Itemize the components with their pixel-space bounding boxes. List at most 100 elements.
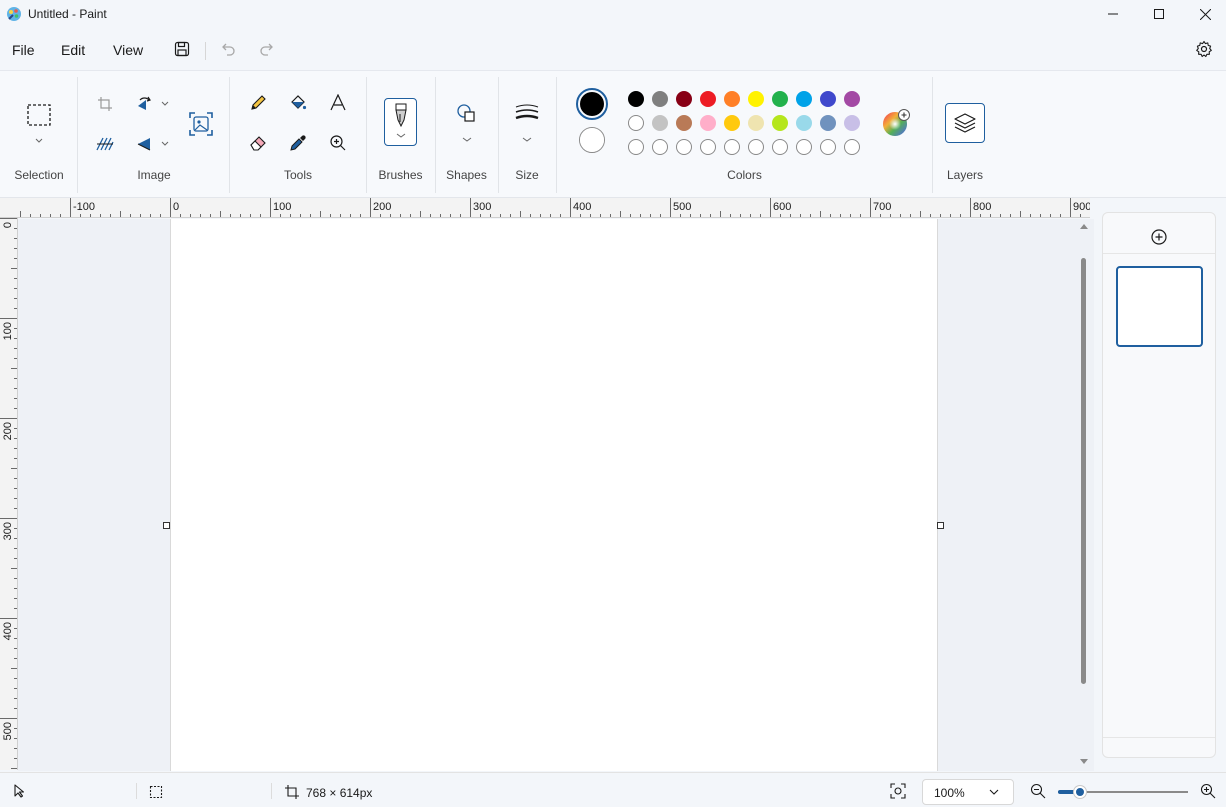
color-picker-button[interactable] — [287, 132, 309, 154]
custom-color-slot[interactable] — [844, 139, 860, 155]
selection-tool-button[interactable] — [20, 95, 58, 145]
color-swatch[interactable] — [676, 91, 692, 107]
color-swatch[interactable] — [748, 115, 764, 131]
text-icon — [330, 94, 346, 111]
shapes-icon — [457, 104, 475, 142]
redo-button[interactable] — [256, 38, 278, 60]
scroll-up-arrow-icon[interactable] — [1079, 222, 1089, 230]
color-swatch[interactable] — [796, 91, 812, 107]
color-swatch[interactable] — [700, 91, 716, 107]
vertical-scrollbar[interactable] — [1079, 220, 1089, 770]
crop-icon — [98, 97, 112, 111]
color-swatch[interactable] — [748, 91, 764, 107]
status-separator — [271, 783, 272, 799]
rotate-button[interactable] — [134, 93, 170, 115]
size-button[interactable] — [512, 101, 542, 145]
canvas-size-icon — [285, 785, 299, 799]
zoom-in-button[interactable] — [1198, 781, 1218, 801]
pencil-tool-button[interactable] — [247, 92, 269, 114]
canvas-resize-handle-left[interactable] — [163, 522, 170, 529]
group-label-tools: Tools — [283, 168, 312, 182]
menu-edit[interactable]: Edit — [61, 42, 85, 58]
add-circle-icon — [1151, 229, 1167, 245]
secondary-color-button[interactable] — [579, 127, 605, 153]
custom-color-slot[interactable] — [676, 139, 692, 155]
selection-size-icon — [149, 785, 163, 799]
menu-bar: File Edit View — [0, 30, 1226, 68]
group-label-size: Size — [515, 168, 539, 182]
color-swatch[interactable] — [652, 115, 668, 131]
crop-button[interactable] — [94, 93, 116, 115]
group-label-colors: Colors — [727, 168, 762, 182]
menu-file[interactable]: File — [12, 42, 35, 58]
save-icon — [174, 41, 190, 57]
ruler-label: 400 — [573, 201, 591, 213]
scroll-down-arrow-icon[interactable] — [1079, 758, 1089, 766]
undo-button[interactable] — [217, 38, 239, 60]
layers-button[interactable] — [945, 103, 985, 143]
close-button[interactable] — [1182, 0, 1226, 28]
custom-color-slot[interactable] — [724, 139, 740, 155]
custom-color-slot[interactable] — [748, 139, 764, 155]
eraser-tool-button[interactable] — [247, 132, 269, 154]
custom-color-slot[interactable] — [772, 139, 788, 155]
resize-icon — [96, 137, 114, 151]
group-label-selection: Selection — [14, 168, 64, 182]
color-swatch[interactable] — [772, 115, 788, 131]
color-swatch[interactable] — [820, 115, 836, 131]
undo-icon — [222, 43, 235, 56]
color-swatch[interactable] — [772, 91, 788, 107]
ruler-label: 600 — [773, 201, 791, 213]
settings-button[interactable] — [1193, 38, 1215, 60]
flip-button[interactable] — [134, 133, 170, 155]
flip-icon — [137, 138, 169, 151]
vertical-scroll-thumb[interactable] — [1081, 258, 1086, 684]
ruler-label: 0 — [173, 201, 179, 213]
color-swatch[interactable] — [820, 91, 836, 107]
primary-color-button[interactable] — [576, 88, 608, 120]
ruler-label: 700 — [873, 201, 891, 213]
canvas-workspace — [18, 219, 1094, 771]
image-generator-button[interactable] — [186, 109, 216, 139]
layers-panel — [1102, 212, 1216, 758]
text-tool-button[interactable] — [327, 92, 349, 114]
minimize-button[interactable] — [1090, 0, 1136, 28]
magnifier-tool-button[interactable] — [327, 132, 349, 154]
add-layer-button[interactable] — [1147, 225, 1171, 249]
color-swatch[interactable] — [676, 115, 692, 131]
resize-button[interactable] — [94, 133, 116, 155]
zoom-level-value: 100% — [934, 786, 965, 800]
close-icon — [1199, 8, 1211, 20]
color-swatch[interactable] — [652, 91, 668, 107]
fill-tool-button[interactable] — [287, 92, 309, 114]
custom-color-slot[interactable] — [628, 139, 644, 155]
pencil-icon — [251, 95, 266, 110]
custom-color-slot[interactable] — [700, 139, 716, 155]
color-swatch[interactable] — [796, 115, 812, 131]
color-swatch[interactable] — [844, 115, 860, 131]
color-swatch[interactable] — [628, 91, 644, 107]
canvas-resize-handle-right[interactable] — [937, 522, 944, 529]
menu-separator — [205, 42, 206, 60]
drawing-canvas[interactable] — [170, 219, 938, 771]
custom-color-slot[interactable] — [796, 139, 812, 155]
fit-to-window-button[interactable] — [888, 781, 908, 801]
zoom-slider-thumb[interactable] — [1074, 786, 1086, 798]
brushes-button[interactable] — [384, 98, 417, 146]
color-swatch[interactable] — [724, 115, 740, 131]
save-button[interactable] — [171, 38, 193, 60]
shapes-button[interactable] — [452, 101, 482, 145]
zoom-level-dropdown[interactable]: 100% — [922, 779, 1014, 805]
custom-color-slot[interactable] — [820, 139, 836, 155]
color-swatch[interactable] — [844, 91, 860, 107]
zoom-out-button[interactable] — [1028, 781, 1048, 801]
zoom-in-icon — [1200, 783, 1216, 799]
color-swatch[interactable] — [724, 91, 740, 107]
edit-colors-button[interactable] — [880, 107, 912, 139]
layer-thumbnail[interactable] — [1116, 266, 1203, 347]
maximize-button[interactable] — [1136, 0, 1182, 28]
custom-color-slot[interactable] — [652, 139, 668, 155]
color-swatch[interactable] — [628, 115, 644, 131]
color-swatch[interactable] — [700, 115, 716, 131]
menu-view[interactable]: View — [113, 42, 143, 58]
